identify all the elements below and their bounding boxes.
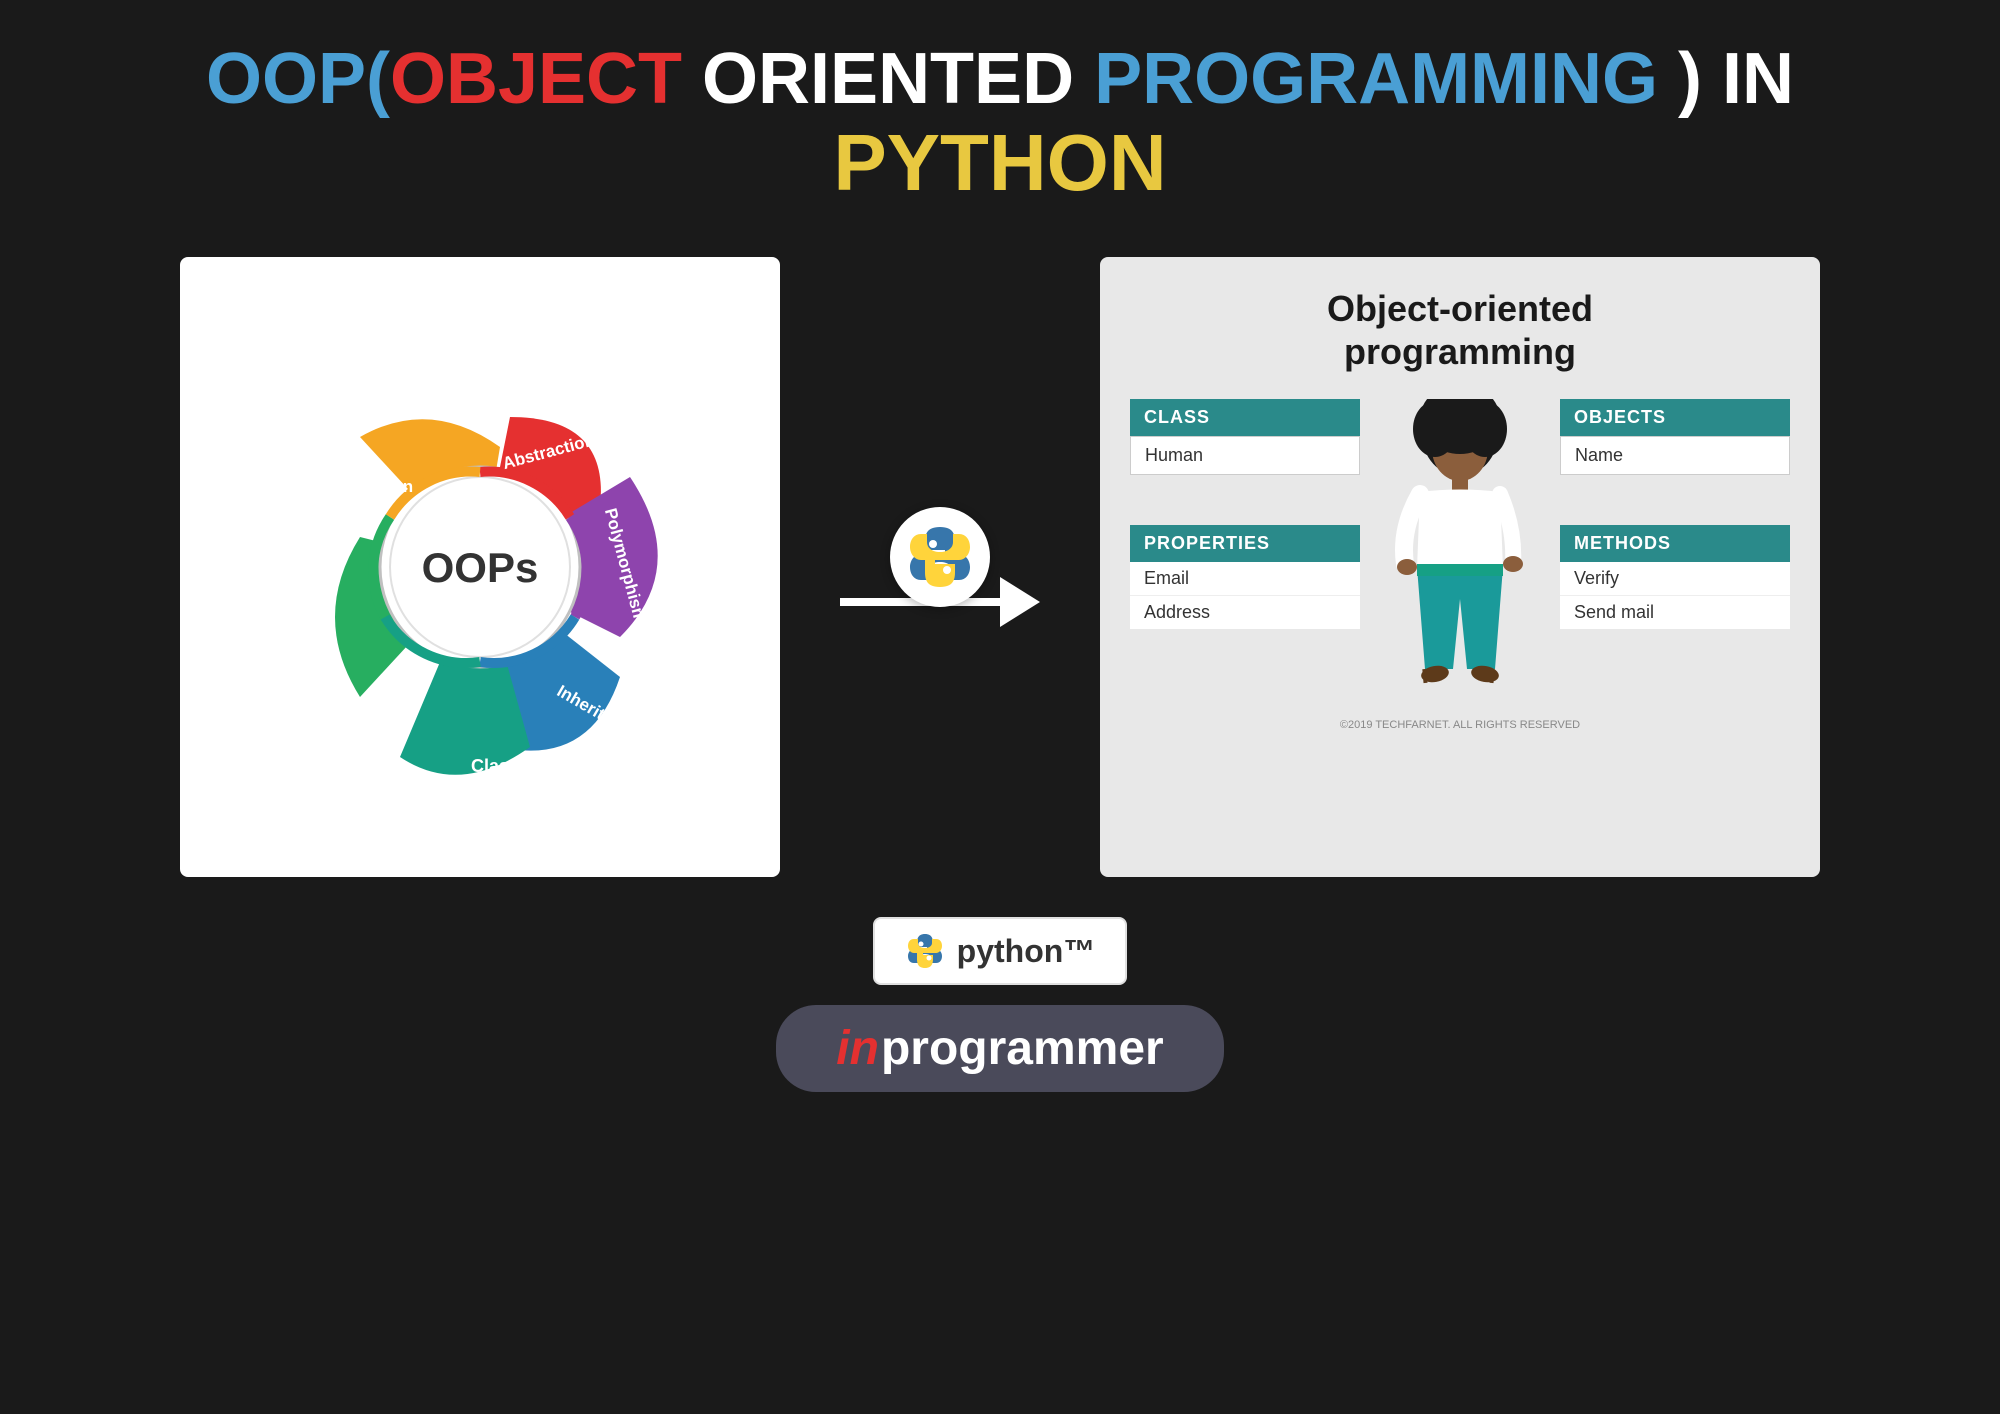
title-python: PYTHON (20, 119, 1980, 207)
oop-content: CLASS Human PROPERTIES Email Address (1130, 399, 1790, 731)
title-oop: OOP( (206, 39, 390, 119)
properties-box: PROPERTIES Email Address (1130, 525, 1360, 629)
arrow-section (840, 507, 1040, 627)
methods-sendmail: Send mail (1560, 596, 1790, 629)
bottom-section: python™ inprogrammer (0, 907, 2000, 1092)
left-panel: OOPs Encapsulation Abstraction Polymorph… (180, 257, 780, 877)
python-label: python™ (957, 933, 1096, 970)
title-section: OOP(OBJECT ORIENTED PROGRAMMING ) IN PYT… (0, 0, 2000, 227)
properties-header: PROPERTIES (1130, 525, 1360, 562)
properties-email: Email (1130, 562, 1360, 596)
objects-header: OBJECTS (1560, 399, 1790, 436)
title-programming: PROGRAMMING (1094, 39, 1658, 119)
inprogrammer-badge: inprogrammer (776, 1005, 1223, 1092)
methods-header: METHODS (1560, 525, 1790, 562)
right-panel: Object-orientedprogramming CLASS Human P… (1100, 257, 1820, 877)
oops-diagram: OOPs Encapsulation Abstraction Polymorph… (230, 317, 730, 817)
python-logo-badge (905, 931, 945, 971)
title-object: OBJECT (390, 39, 682, 119)
objects-box: OBJECTS Name (1560, 399, 1790, 475)
python-badge: python™ (873, 917, 1128, 985)
svg-text:OOPs: OOPs (422, 544, 539, 591)
methods-verify: Verify (1560, 562, 1790, 596)
arrow-head (1000, 577, 1040, 627)
class-value: Human (1130, 436, 1360, 475)
svg-text:Object: Object (350, 716, 406, 736)
title-oriented: ORIENTED (682, 39, 1094, 119)
brand-programmer: programmer (881, 1021, 1164, 1076)
main-content: OOPs Encapsulation Abstraction Polymorph… (0, 227, 2000, 907)
person-illustration (1380, 399, 1540, 709)
properties-address: Address (1130, 596, 1360, 629)
objects-value: Name (1560, 436, 1790, 475)
python-icon-arrow (890, 507, 990, 607)
person-svg (1385, 399, 1535, 709)
oop-diagram-title: Object-orientedprogramming (1327, 287, 1593, 373)
svg-text:Encapsulation: Encapsulation (297, 477, 413, 496)
title-in: ) IN (1658, 39, 1794, 119)
brand-in: in (836, 1021, 879, 1076)
copyright-text: ©2019 TECHFARNET. ALL RIGHTS RESERVED (1130, 719, 1790, 731)
class-box: CLASS Human (1130, 399, 1360, 475)
title-line1: OOP(OBJECT ORIENTED PROGRAMMING ) IN (20, 40, 1980, 119)
methods-box: METHODS Verify Send mail (1560, 525, 1790, 629)
class-header: CLASS (1130, 399, 1360, 436)
svg-text:Class: Class (471, 756, 519, 776)
